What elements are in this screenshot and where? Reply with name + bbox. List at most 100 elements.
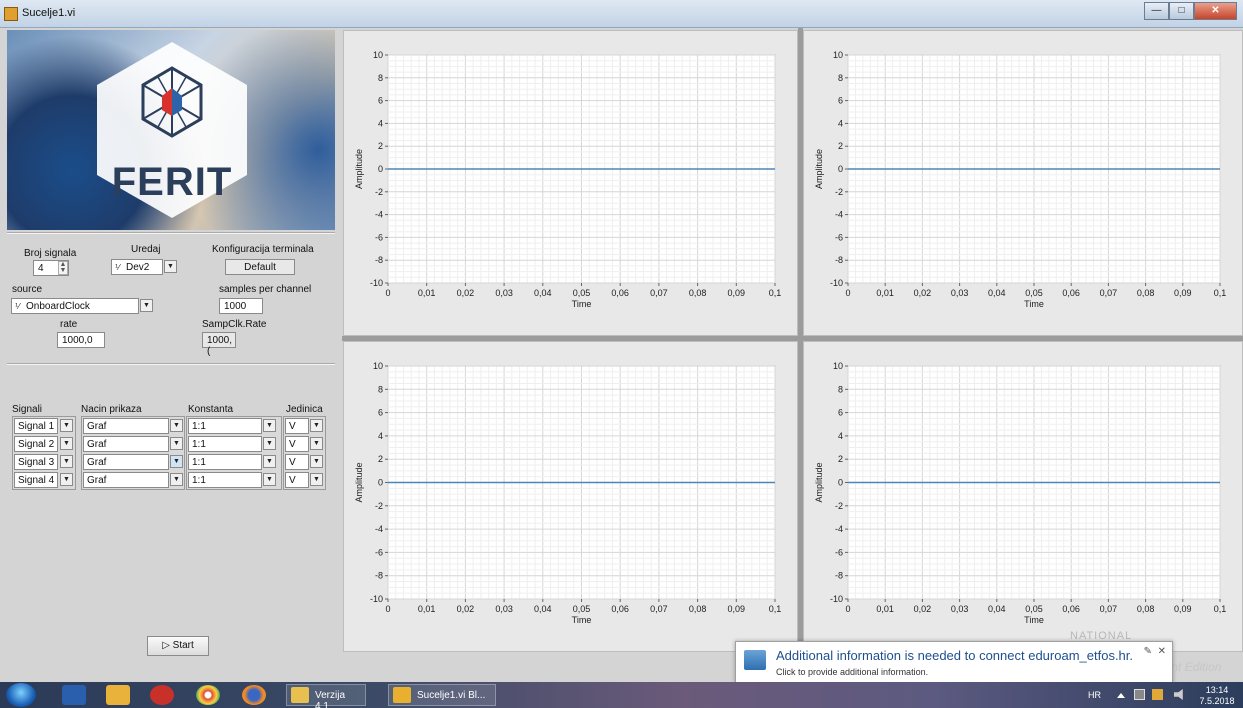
close-button[interactable]: ✕	[1194, 2, 1237, 20]
broj-signala-spinner[interactable]: ▲ ▼	[58, 261, 68, 275]
network-notification[interactable]: Additional information is needed to conn…	[735, 641, 1173, 683]
x-tick-label: 0,09	[1174, 288, 1192, 298]
source-select[interactable]: ⅟ OnboardClock	[11, 298, 139, 314]
x-tick-label: 0,02	[914, 604, 932, 614]
uredaj-label: Uredaj	[131, 244, 161, 255]
waveform-graph-3[interactable]: 10 8 6 4 2 0 -2 -4 -6 -8 -10 0 0,01 0,02 0,03 0,04 0,05 0…	[343, 341, 798, 652]
chevron-down-icon[interactable]: ▼	[170, 437, 183, 450]
waveform-graph-1[interactable]: 10 8 6 4 2 0 -2 -4 -6 -8 -10 0 0,01 0,02 0,03 0,04 0,05 0…	[343, 30, 798, 336]
x-axis-label: Time	[572, 615, 592, 625]
waveform-graph-2[interactable]: 10 8 6 4 2 0 -2 -4 -6 -8 -10 0 0,01 0,02 0,03 0,04 0,05 0…	[803, 30, 1243, 336]
chevron-down-icon[interactable]: ▼	[310, 473, 323, 486]
x-tick-label: 0	[845, 288, 850, 298]
konstanta-cell[interactable]: 1:1	[188, 436, 262, 452]
x-tick-label: 0,02	[457, 604, 475, 614]
samples-input[interactable]: 1000	[219, 298, 263, 314]
nacin-cell[interactable]: Graf	[83, 418, 169, 434]
tray-expand-icon[interactable]	[1117, 693, 1125, 698]
source-dropdown-icon[interactable]: ▼	[140, 299, 153, 312]
task-verzija[interactable]: Verzija 4.1	[286, 684, 366, 708]
konstanta-cell[interactable]: 1:1	[188, 472, 262, 488]
network-warning-icon[interactable]	[1152, 689, 1163, 700]
y-tick-label: -6	[375, 232, 383, 242]
chevron-down-icon[interactable]: ▼	[170, 473, 183, 486]
chevron-down-icon[interactable]: ▼	[310, 419, 323, 432]
jedinica-cell[interactable]: V	[285, 472, 309, 488]
ferit-logo-image: FERIT	[7, 30, 335, 230]
signal-cell[interactable]: Signal 1	[14, 418, 58, 434]
chevron-down-icon[interactable]: ▼	[170, 455, 183, 468]
chevron-down-icon[interactable]: ▼	[263, 455, 276, 468]
nacin-cell[interactable]: Graf	[83, 472, 169, 488]
jedinica-cell[interactable]: V	[285, 418, 309, 434]
maximize-button[interactable]: □	[1169, 2, 1194, 20]
konfiguracija-field[interactable]: Default	[225, 259, 295, 275]
chevron-down-icon[interactable]: ▼	[60, 437, 73, 450]
jedinica-cell[interactable]: V	[285, 454, 309, 470]
task-label: Verzija 4.1	[315, 690, 346, 708]
chevron-down-icon[interactable]: ▼	[263, 473, 276, 486]
x-tick-label: 0,1	[769, 604, 782, 614]
windows-taskbar: Verzija 4.1 Sucelje1.vi Bl... HR 13:14 7…	[0, 682, 1243, 708]
language-indicator[interactable]: HR	[1088, 690, 1101, 700]
uredaj-dropdown-icon[interactable]: ▼	[164, 260, 177, 273]
y-tick-label: 4	[378, 431, 383, 441]
y-tick-label: 8	[838, 73, 843, 83]
rate-input[interactable]: 1000,0	[57, 332, 105, 348]
volume-icon[interactable]	[1174, 689, 1183, 700]
chevron-down-icon[interactable]: ▼	[310, 455, 323, 468]
settings-icon[interactable]: ✎	[1144, 646, 1152, 657]
minimize-button[interactable]: —	[1144, 2, 1169, 20]
y-tick-label: -4	[375, 524, 383, 534]
uredaj-value: Dev2	[126, 262, 150, 273]
folder-icon	[291, 687, 309, 703]
x-tick-label: 0,05	[1025, 288, 1043, 298]
notification-title: Additional information is needed to conn…	[776, 648, 1134, 663]
windows-start-icon[interactable]	[6, 683, 36, 707]
chevron-down-icon[interactable]: ▼	[60, 473, 73, 486]
x-tick-label: 0,03	[495, 288, 513, 298]
close-icon[interactable]: ✕	[1158, 646, 1166, 657]
jedinica-cell[interactable]: V	[285, 436, 309, 452]
x-tick-label: 0,09	[1174, 604, 1192, 614]
chevron-down-icon[interactable]: ▼	[263, 419, 276, 432]
signal-cell[interactable]: Signal 2	[14, 436, 58, 452]
y-tick-label: -6	[375, 547, 383, 557]
battery-icon[interactable]	[1134, 689, 1145, 700]
labview-app-icon	[4, 7, 18, 21]
chevron-down-icon[interactable]: ▼	[310, 437, 323, 450]
nacin-cell[interactable]: Graf	[83, 454, 169, 470]
clock[interactable]: 13:14 7.5.2018	[1197, 685, 1237, 707]
col-header-konstanta: Konstanta	[188, 404, 234, 415]
chevron-down-icon[interactable]: ▼	[170, 419, 183, 432]
y-tick-label: 0	[378, 478, 383, 488]
chevron-down-icon[interactable]: ▼	[60, 455, 73, 468]
task-sucelje[interactable]: Sucelje1.vi Bl...	[388, 684, 496, 706]
firefox-icon[interactable]	[242, 685, 266, 705]
y-tick-label: 0	[378, 164, 383, 174]
x-tick-label: 0,07	[1100, 288, 1118, 298]
sampclk-indicator: 1000,(	[202, 332, 236, 357]
word-icon[interactable]	[62, 685, 86, 705]
col-header-jedinica: Jedinica	[286, 404, 323, 415]
outlook-icon[interactable]	[106, 685, 130, 705]
uredaj-select[interactable]: ⅟ Dev2	[111, 259, 163, 275]
start-button[interactable]: ▷ Start	[147, 636, 209, 656]
signal-cell[interactable]: Signal 3	[14, 454, 58, 470]
signal-cell[interactable]: Signal 4	[14, 472, 58, 488]
konstanta-cell[interactable]: 1:1	[188, 418, 262, 434]
x-tick-label: 0,05	[573, 604, 591, 614]
x-tick-label: 0,08	[1137, 604, 1155, 614]
konstanta-cell[interactable]: 1:1	[188, 454, 262, 470]
chevron-down-icon[interactable]: ▼	[263, 437, 276, 450]
chevron-down-icon[interactable]: ▼	[60, 419, 73, 432]
sampclk-label: SampClk.Rate	[202, 319, 267, 330]
nacin-cell[interactable]: Graf	[83, 436, 169, 452]
y-tick-label: -2	[375, 187, 383, 197]
waveform-graph-4[interactable]: 10 8 6 4 2 0 -2 -4 -6 -8 -10 0 0,01 0,02 0,03 0,04 0,05 0…	[803, 341, 1243, 652]
app-icon[interactable]	[150, 685, 174, 705]
source-value: OnboardClock	[26, 301, 90, 312]
left-panel: FERIT Broj signala 4 ▲ ▼ Uredaj ⅟ Dev2 ▼ …	[0, 28, 342, 682]
chrome-icon[interactable]	[196, 685, 220, 705]
y-tick-label: -8	[375, 571, 383, 581]
